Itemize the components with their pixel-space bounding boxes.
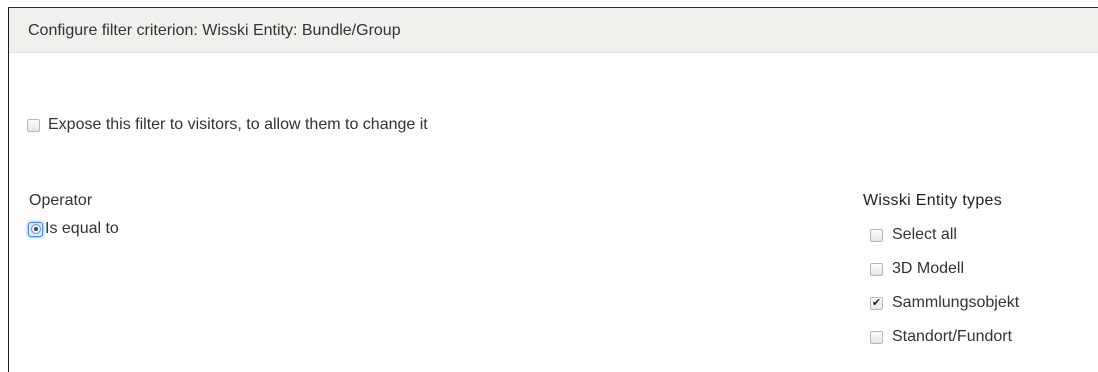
- operator-option-label: Is equal to: [45, 220, 119, 237]
- standort-fundort-checkbox[interactable]: [870, 330, 883, 344]
- operator-radio-focus[interactable]: [28, 221, 43, 237]
- dialog-titlebar: Configure filter criterion: Wisski Entit…: [9, 8, 1098, 53]
- entity-type-sammlungsobjekt[interactable]: ✔ Sammlungsobjekt: [863, 286, 1098, 320]
- entity-type-label: 3D Modell: [892, 260, 965, 277]
- entity-types-label: Wisski Entity types: [863, 192, 1003, 209]
- checkmark-icon: ✔: [871, 296, 882, 309]
- radio-selected-dot: [33, 227, 38, 231]
- entity-type-label: Standort/Fundort: [892, 328, 1013, 345]
- entity-types-section: Wisski Entity types Select all 3D Modell…: [863, 192, 1098, 354]
- dialog-title: Configure filter criterion: Wisski Entit…: [28, 22, 401, 39]
- select-all-checkbox[interactable]: [870, 228, 883, 242]
- operator-option-is-equal[interactable]: Is equal to: [28, 220, 119, 238]
- expose-filter-checkbox[interactable]: [27, 118, 40, 132]
- operator-label: Operator: [29, 192, 93, 209]
- filter-dialog: Configure filter criterion: Wisski Entit…: [8, 7, 1098, 372]
- operator-section: Operator Is equal to: [28, 192, 119, 238]
- entity-type-select-all[interactable]: Select all: [863, 218, 1098, 252]
- expose-filter-option[interactable]: Expose this filter to visitors, to allow…: [27, 116, 428, 134]
- entity-types-list: Select all 3D Modell ✔ Sammlungsobjekt S…: [863, 218, 1098, 354]
- entity-type-standort-fundort[interactable]: Standort/Fundort: [863, 320, 1098, 354]
- expose-filter-label: Expose this filter to visitors, to allow…: [48, 116, 428, 133]
- entity-type-label: Sammlungsobjekt: [892, 294, 1020, 311]
- operator-radio[interactable]: [30, 224, 41, 234]
- entity-type-3d-modell[interactable]: 3D Modell: [863, 252, 1098, 286]
- entity-type-label: Select all: [892, 226, 957, 243]
- 3d-modell-checkbox[interactable]: [870, 262, 883, 276]
- sammlungsobjekt-checkbox[interactable]: ✔: [870, 296, 883, 310]
